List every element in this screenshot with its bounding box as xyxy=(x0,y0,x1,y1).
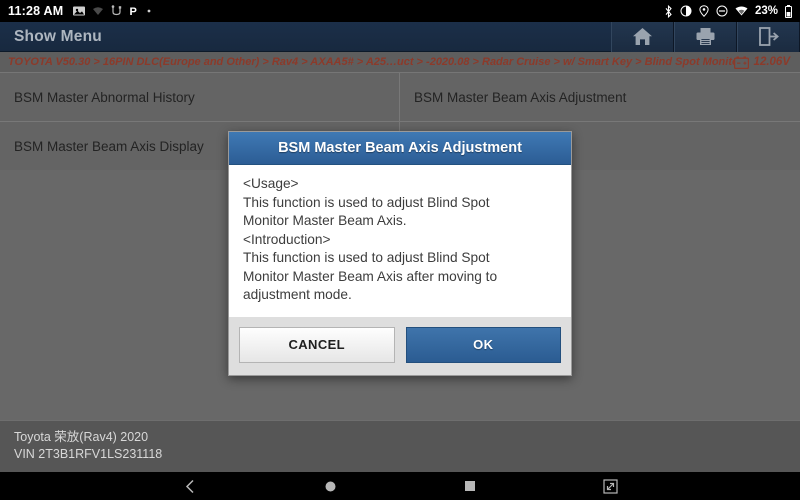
app-header: Show Menu xyxy=(0,21,800,52)
confirm-dialog: BSM Master Beam Axis Adjustment <Usage> … xyxy=(228,131,572,376)
nav-home-button[interactable] xyxy=(308,472,352,500)
location-icon xyxy=(699,5,709,17)
status-clock: 11:28 AM xyxy=(8,4,64,18)
screenshot-icon xyxy=(602,478,618,494)
usb-icon xyxy=(112,5,122,16)
vehicle-vin: VIN 2T3B1RFV1LS231118 xyxy=(14,447,163,461)
chevron-left-icon xyxy=(185,479,194,493)
status-left-icons: P xyxy=(73,5,152,17)
svg-text:P: P xyxy=(130,6,137,17)
screenshot-icon xyxy=(73,6,86,16)
breadcrumb: TOYOTA V50.30 > 16PIN DLC(Europe and Oth… xyxy=(0,52,800,72)
print-button[interactable] xyxy=(674,21,737,52)
vehicle-info-footer: Toyota 荣放(Rav4) 2020 VIN 2T3B1RFV1LS2311… xyxy=(0,420,800,472)
battery-percent: 23% xyxy=(754,5,778,17)
table-row: BSM Master Abnormal History BSM Master B… xyxy=(0,73,800,122)
voltage-indicator: 12.06V xyxy=(733,56,794,69)
voltage-value: 12.06V xyxy=(753,56,790,68)
ok-button[interactable]: OK xyxy=(405,326,561,363)
dialog-message: <Usage> This function is used to adjust … xyxy=(243,176,498,302)
home-icon xyxy=(633,28,652,45)
bluetooth-icon xyxy=(665,4,672,18)
dialog-body: <Usage> This function is used to adjust … xyxy=(229,165,571,317)
car-battery-icon xyxy=(733,56,749,69)
cancel-button[interactable]: CANCEL xyxy=(239,326,395,363)
vehicle-name: Toyota 荣放(Rav4) 2020 xyxy=(14,430,149,444)
dialog-actions: CANCEL OK xyxy=(229,316,571,375)
home-button[interactable] xyxy=(611,21,674,52)
parking-p-icon: P xyxy=(130,6,137,17)
device-screen: 11:28 AM P 23% Show Menu TOYOTA V50.30 >… xyxy=(0,0,800,500)
breadcrumb-path: TOYOTA V50.30 > 16PIN DLC(Europe and Oth… xyxy=(8,56,734,68)
nav-screenshot-button[interactable] xyxy=(588,472,632,500)
printer-icon xyxy=(696,28,715,45)
circle-icon xyxy=(325,481,335,491)
battery-icon xyxy=(785,4,792,18)
do-not-disturb-icon xyxy=(716,5,728,17)
exit-button[interactable] xyxy=(737,21,800,52)
wifi-icon xyxy=(735,6,748,16)
nav-back-button[interactable] xyxy=(168,472,212,500)
dialog-title: BSM Master Beam Axis Adjustment xyxy=(229,132,571,165)
page-title: Show Menu xyxy=(14,27,102,45)
android-nav-bar xyxy=(0,472,800,500)
square-icon xyxy=(465,481,475,491)
menu-item-bsm-abnormal-history[interactable]: BSM Master Abnormal History xyxy=(0,73,400,122)
status-right-icons: 23% xyxy=(664,4,792,18)
dot-icon xyxy=(147,9,151,13)
weak-signal-icon xyxy=(93,7,104,15)
header-toolbar xyxy=(611,21,800,52)
android-status-bar: 11:28 AM P 23% xyxy=(0,0,800,22)
exit-icon xyxy=(759,27,779,46)
menu-item-bsm-beam-axis-adjustment[interactable]: BSM Master Beam Axis Adjustment xyxy=(400,73,800,122)
brightness-icon xyxy=(680,5,692,17)
nav-recents-button[interactable] xyxy=(448,472,492,500)
